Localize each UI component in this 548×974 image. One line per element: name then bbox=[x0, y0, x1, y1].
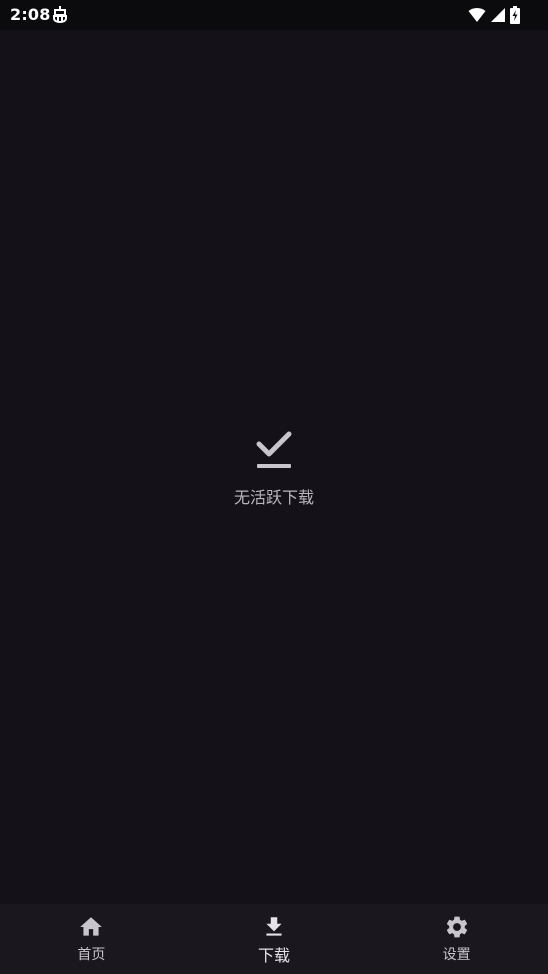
wifi-icon bbox=[468, 8, 486, 22]
bottom-nav: 首页 下载 设置 bbox=[0, 904, 548, 974]
gear-icon bbox=[446, 916, 467, 938]
status-icons bbox=[468, 5, 520, 25]
empty-state-message: 无活跃下载 bbox=[233, 488, 314, 507]
nav-label-downloads: 下载 bbox=[258, 946, 291, 965]
check-done-icon bbox=[256, 431, 292, 468]
status-bar: 2:08 bbox=[0, 0, 548, 30]
status-time: 2:08 bbox=[10, 5, 51, 24]
nav-label-home: 首页 bbox=[77, 947, 106, 963]
battery-charging-icon bbox=[510, 6, 520, 24]
nav-item-downloads[interactable]: 下载 bbox=[183, 904, 366, 974]
download-icon bbox=[266, 917, 282, 936]
nav-label-settings: 设置 bbox=[442, 947, 471, 963]
nav-item-home[interactable]: 首页 bbox=[0, 904, 183, 974]
home-icon bbox=[80, 917, 103, 936]
nav-item-settings[interactable]: 设置 bbox=[365, 904, 548, 974]
empty-state: 无活跃下载 bbox=[0, 428, 548, 508]
cell-signal-icon bbox=[491, 8, 505, 22]
android-bug-icon bbox=[53, 6, 67, 24]
